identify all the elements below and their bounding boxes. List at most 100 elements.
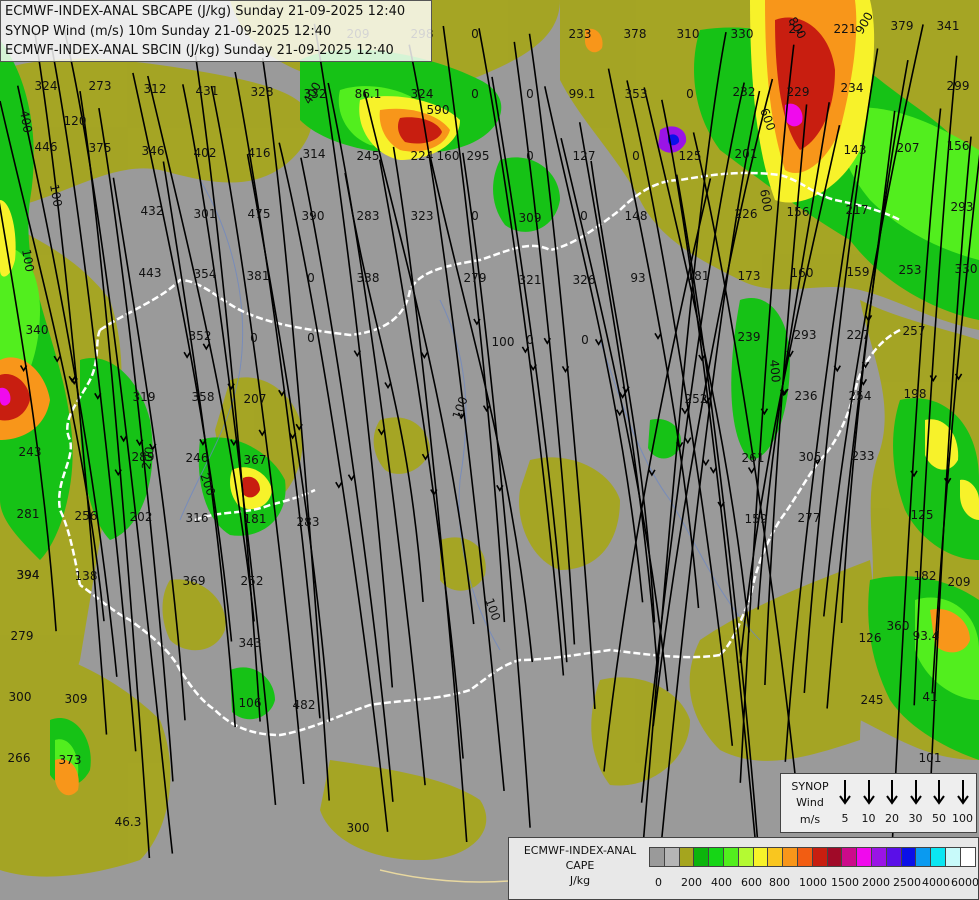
weather-map: 2092980233378310330222213793413242733124… xyxy=(0,0,979,900)
cape-contour-label: 400 xyxy=(767,359,783,383)
cape-swatch xyxy=(767,847,784,867)
cin-value-label: 299 xyxy=(947,79,970,93)
cape-swatch xyxy=(708,847,725,867)
cape-color-legend: ECMWF-INDEX-ANAL CAPE J/kg 0 200 400 600 800… xyxy=(508,837,979,900)
cin-value-label: 156 xyxy=(787,205,810,219)
cin-value-label: 378 xyxy=(624,27,647,41)
map-title-box: ECMWF-INDEX-ANAL SBCAPE (J/kg) Sunday 21… xyxy=(0,0,432,62)
cin-value-label: 236 xyxy=(795,389,818,403)
cin-value-label: 0 xyxy=(307,331,315,345)
cape-swatch xyxy=(885,847,902,867)
cape-swatch xyxy=(826,847,843,867)
cin-value-label: 127 xyxy=(573,149,596,163)
cin-value-label: 279 xyxy=(11,629,34,643)
synop-wind-arrow-icon xyxy=(952,778,974,809)
cape-swatch xyxy=(930,847,947,867)
cin-value-label: 148 xyxy=(625,209,648,223)
cin-value-label: 159 xyxy=(745,512,768,526)
cin-value-label: 326 xyxy=(573,273,596,287)
cin-value-label: 381 xyxy=(247,269,270,283)
cin-value-label: 301 xyxy=(194,207,217,221)
cin-value-label: 330 xyxy=(731,27,754,41)
cin-value-label: 309 xyxy=(65,692,88,706)
cin-value-label: 233 xyxy=(852,449,875,463)
cape-tick-label: 600 xyxy=(741,876,762,889)
cin-value-label: 156 xyxy=(947,139,970,153)
cape-swatch xyxy=(752,847,769,867)
cin-value-label: 266 xyxy=(8,751,31,765)
cin-value-label: 254 xyxy=(849,389,872,403)
cin-value-label: 0 xyxy=(581,333,589,347)
synop-legend-title: SYNOP xyxy=(791,780,829,793)
cin-value-label: 324 xyxy=(411,87,434,101)
cin-value-label: 309 xyxy=(519,211,542,225)
cin-value-label: 295 xyxy=(467,149,490,163)
cape-swatch xyxy=(900,847,917,867)
synop-speed-label: 5 xyxy=(841,812,849,825)
cin-value-label: 207 xyxy=(244,392,267,406)
cape-legend-title: ECMWF-INDEX-ANAL xyxy=(523,844,637,857)
cin-value-label: 353 xyxy=(625,87,648,101)
cin-value-label: 173 xyxy=(738,269,761,283)
cin-value-label: 234 xyxy=(841,81,864,95)
cin-value-label: 323 xyxy=(411,209,434,223)
cin-value-label: 252 xyxy=(241,574,264,588)
cin-value-label: 293 xyxy=(794,328,817,342)
cin-value-label: 86.1 xyxy=(355,87,382,101)
cin-value-label: 160 xyxy=(791,266,814,280)
cin-value-label: 159 xyxy=(847,265,870,279)
cin-value-label: 310 xyxy=(677,27,700,41)
cin-value-label: 256 xyxy=(75,509,98,523)
synop-wind-legend: SYNOP Wind m/s 5 10 20 30 50 100 xyxy=(780,773,977,833)
cin-value-label: 293 xyxy=(951,200,974,214)
cin-value-label: 0 xyxy=(250,331,258,345)
cape-swatch xyxy=(782,847,799,867)
cin-value-label: 224 xyxy=(411,149,434,163)
cin-value-label: 209 xyxy=(948,575,971,589)
cin-value-label: 41 xyxy=(922,690,937,704)
cin-value-label: 312 xyxy=(144,82,167,96)
cape-tick-label: 200 xyxy=(681,876,702,889)
cin-value-label: 360 xyxy=(887,619,910,633)
cin-value-label: 239 xyxy=(738,330,761,344)
cin-value-label: 432 xyxy=(141,204,164,218)
synop-speed-label: 10 xyxy=(861,812,876,825)
cape-tick-label: 1000 xyxy=(799,876,827,889)
cin-value-label: 373 xyxy=(59,753,82,767)
cape-swatch xyxy=(663,847,680,867)
cape-swatch xyxy=(737,847,754,867)
cape-legend-unit: J/kg xyxy=(569,874,591,887)
map-viewport: 2092980233378310330222213793413242733124… xyxy=(0,0,979,900)
cape-swatch xyxy=(693,847,710,867)
cin-value-label: 314 xyxy=(303,147,326,161)
cin-value-label: 227 xyxy=(847,328,870,342)
synop-wind-arrow-icon xyxy=(881,778,903,809)
synop-speed-label: 100 xyxy=(952,812,973,825)
cin-value-label: 198 xyxy=(904,387,927,401)
cin-value-label: 482 xyxy=(293,698,316,712)
cin-value-label: 305 xyxy=(799,450,822,464)
cape-swatch xyxy=(811,847,828,867)
cin-value-label: 319 xyxy=(133,390,156,404)
cape-tick-label: 800 xyxy=(769,876,790,889)
cape-swatch xyxy=(649,847,665,867)
cin-value-label: 160 xyxy=(437,149,460,163)
cape-legend-subtitle: CAPE xyxy=(565,859,595,872)
synop-legend-unit: m/s xyxy=(799,813,821,826)
cin-value-label: 340 xyxy=(26,323,49,337)
cin-value-label: 243 xyxy=(19,445,42,459)
cin-value-label: 279 xyxy=(464,271,487,285)
cin-value-label: 101 xyxy=(919,751,942,765)
cin-value-label: 330 xyxy=(955,262,978,276)
cin-value-label: 390 xyxy=(302,209,325,223)
synop-wind-arrow-icon xyxy=(834,778,856,809)
cin-value-label: 232 xyxy=(733,85,756,99)
cin-value-label: 446 xyxy=(35,140,58,154)
cin-value-label: 338 xyxy=(357,271,380,285)
cin-value-label: 0 xyxy=(580,209,588,223)
cape-swatch xyxy=(945,847,961,867)
cin-value-label: 143 xyxy=(844,143,867,157)
cape-swatch xyxy=(678,847,695,867)
cape-swatch xyxy=(915,847,932,867)
cin-value-label: 431 xyxy=(196,84,219,98)
